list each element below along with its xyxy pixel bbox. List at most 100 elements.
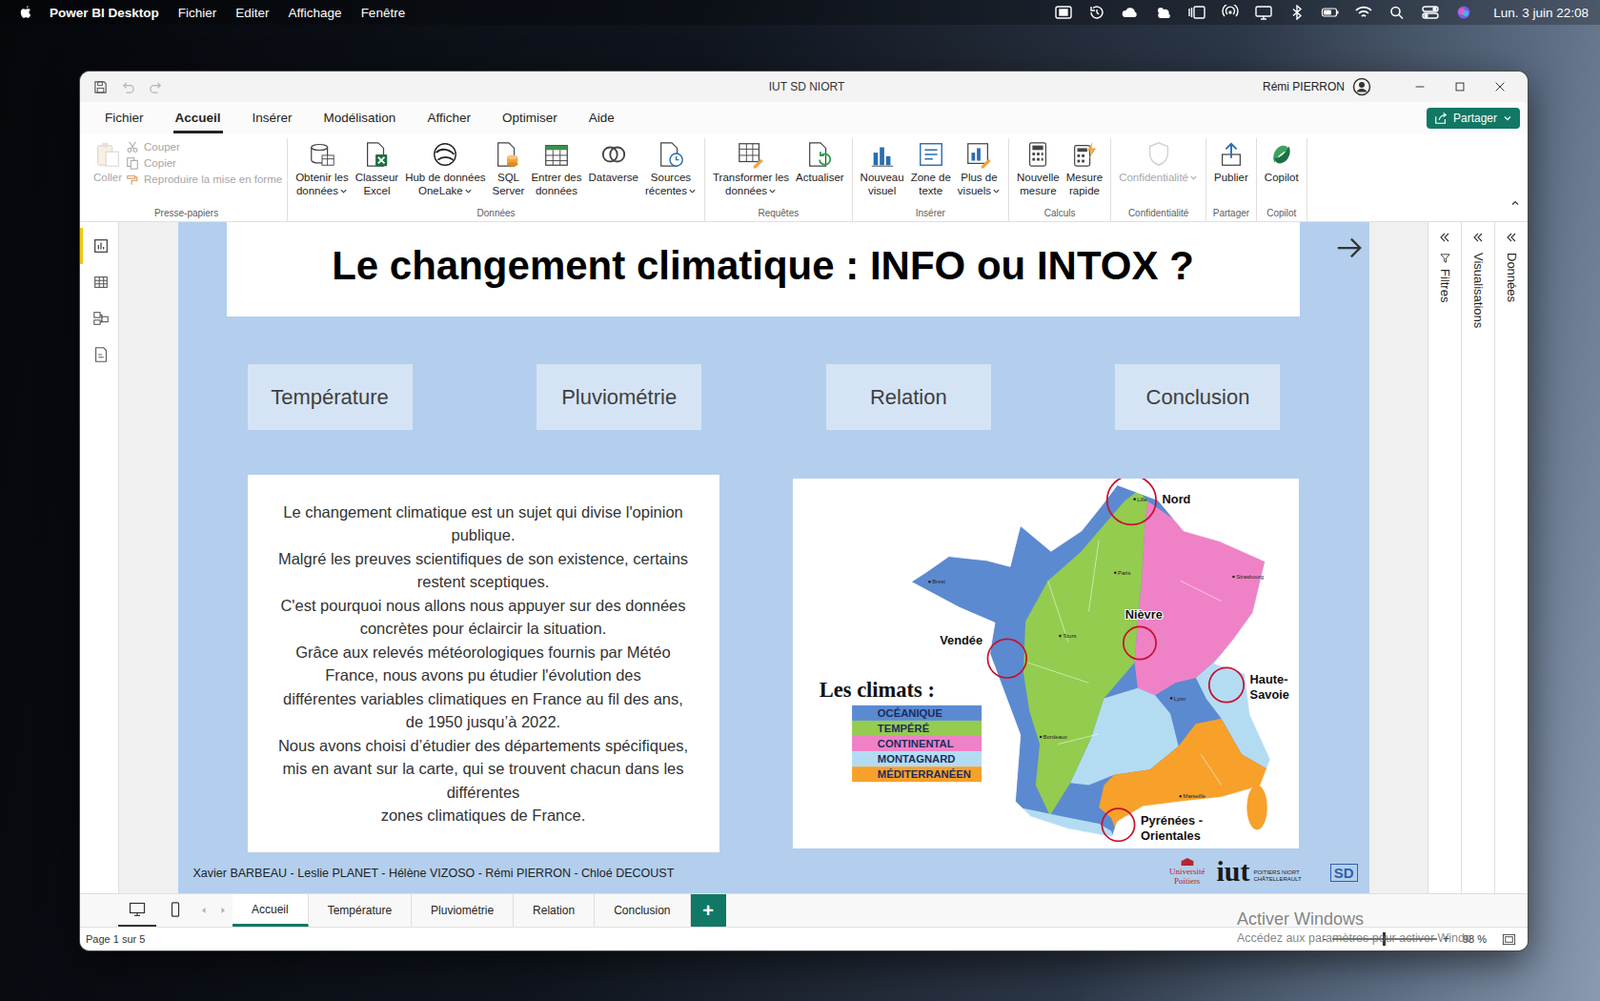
fit-to-page-icon[interactable] — [1501, 931, 1517, 947]
department-marker: Nièvre — [1122, 607, 1162, 660]
ribbon-button[interactable]: Dataverse — [585, 138, 641, 187]
expand-pane-icon[interactable] — [1438, 231, 1451, 244]
undo-icon[interactable] — [121, 80, 136, 95]
scroll-right-icon[interactable] — [218, 905, 228, 915]
ribbon-tab[interactable]: Aide — [587, 102, 617, 134]
collapse-ribbon-icon[interactable] — [1510, 198, 1520, 208]
expand-pane-icon[interactable] — [1472, 231, 1484, 244]
collapsed-pane[interactable]: Filtres — [1427, 222, 1461, 893]
icloud-icon[interactable] — [1120, 4, 1140, 21]
ribbon-button[interactable]: Hub de donnéesOneLake — [402, 138, 488, 200]
close-icon[interactable] — [1493, 80, 1507, 94]
ribbon-button[interactable]: Nouvellemesure — [1013, 138, 1063, 200]
siri-icon[interactable] — [1454, 4, 1474, 21]
ribbon-button[interactable]: Transformer lesdonnées — [709, 138, 792, 200]
ribbon-button[interactable]: Publier — [1211, 138, 1252, 187]
ribbon-button[interactable]: Coller — [90, 138, 125, 187]
layout-view-button[interactable] — [156, 893, 195, 927]
expand-pane-icon[interactable] — [1505, 231, 1518, 244]
ribbon-button[interactable]: SQLServer — [489, 138, 528, 200]
page-tab[interactable]: Température — [308, 893, 412, 927]
ribbon-button[interactable]: Actualiser — [792, 138, 848, 187]
menubar-app-name[interactable]: Power BI Desktop — [49, 5, 160, 21]
layout-view-button[interactable] — [118, 893, 157, 927]
windows-activation-watermark: Activer WindowsAccédez aux paramètres po… — [1236, 909, 1472, 945]
ribbon-group: NouvellemesureMesurerapideCalculs — [1009, 138, 1112, 222]
wifi-icon[interactable] — [1354, 4, 1374, 21]
brush-icon — [125, 172, 140, 186]
add-page-button[interactable]: + — [690, 893, 727, 927]
zoom-slider[interactable] — [1332, 937, 1438, 940]
minimize-icon[interactable] — [1413, 80, 1427, 94]
stage-icon[interactable] — [1187, 4, 1207, 21]
ribbon-tab[interactable]: Accueil — [173, 102, 223, 134]
ribbon-group: CopilotCopilot — [1256, 138, 1308, 222]
ribbon-group: Transformer lesdonnéesActualiserRequêtes — [705, 138, 853, 222]
ribbon-button[interactable]: Sourcesrécentes — [642, 138, 700, 200]
avatar-icon[interactable] — [1352, 77, 1372, 97]
ribbon-tab[interactable]: Fichier — [102, 102, 146, 134]
ribbon-button[interactable]: Copilot — [1261, 138, 1302, 187]
ribbon-tab[interactable]: Insérer — [250, 102, 295, 134]
control-icon[interactable] — [1420, 4, 1440, 21]
ribbon-button[interactable]: Mesurerapide — [1063, 138, 1106, 200]
page-tab[interactable]: Accueil — [232, 893, 309, 927]
menubar-item[interactable]: Fichier — [178, 5, 218, 21]
save-icon[interactable] — [93, 80, 108, 95]
page-tab[interactable]: Conclusion — [594, 893, 690, 927]
search-icon[interactable] — [1387, 4, 1407, 21]
zoom-slider-thumb[interactable] — [1382, 931, 1386, 946]
ribbon-button[interactable]: Confidentialité — [1115, 138, 1201, 187]
page-nav-button[interactable]: Pluviométrie — [536, 364, 702, 430]
record-icon[interactable] — [1053, 4, 1074, 21]
ribbon-tab[interactable]: Modélisation — [322, 102, 399, 134]
collapsed-pane[interactable]: Données — [1494, 222, 1528, 893]
ribbon-button[interactable]: Plus devisuels — [954, 138, 1004, 200]
airdrop-icon[interactable] — [1220, 4, 1240, 21]
page-nav-button[interactable]: Conclusion — [1114, 364, 1280, 430]
user-name[interactable]: Rémi PIERRON — [1262, 80, 1345, 94]
view-switcher-item[interactable] — [80, 263, 119, 301]
arrow-right-icon[interactable] — [1335, 233, 1364, 263]
bluetooth-icon[interactable] — [1287, 4, 1307, 21]
zoom-out-button[interactable]: - — [1322, 931, 1327, 946]
share-button[interactable]: Partager — [1426, 107, 1520, 129]
view-switcher-item[interactable] — [80, 227, 119, 264]
ribbon-button[interactable]: Obtenir lesdonnées — [292, 138, 352, 200]
page-nav-button[interactable]: Relation — [826, 364, 992, 430]
ribbon-small-button[interactable]: Reproduire la mise en forme — [125, 172, 283, 186]
menubar-item[interactable]: Fenêtre — [361, 5, 406, 21]
apple-icon[interactable] — [17, 3, 35, 21]
ribbon-tab[interactable]: Optimiser — [500, 102, 560, 134]
weather-icon[interactable] — [1154, 4, 1174, 21]
ribbon-button[interactable]: Zone detexte — [908, 138, 954, 200]
window-title: IUT SD NIORT — [769, 80, 846, 94]
ribbon-small-button[interactable]: Couper — [125, 140, 283, 154]
page-tab[interactable]: Relation — [513, 893, 595, 927]
maximize-icon[interactable] — [1453, 80, 1467, 94]
display-icon[interactable] — [1254, 4, 1274, 21]
page-nav-button[interactable]: Température — [247, 364, 413, 430]
scroll-left-icon[interactable] — [199, 905, 209, 915]
ribbon-button[interactable]: Entrer desdonnées — [527, 138, 585, 200]
battery-icon[interactable] — [1320, 4, 1340, 21]
ribbon-small-button[interactable]: Copier — [125, 156, 283, 170]
view-switcher-item[interactable] — [80, 336, 119, 373]
mac-menubar: Power BI Desktop Fichier Editer Affichage Fe… — [0, 0, 1600, 25]
ribbon-button[interactable]: Nouveauvisuel — [857, 138, 908, 200]
city-marker: Lyon — [1169, 695, 1185, 702]
timemachine-icon[interactable] — [1087, 4, 1107, 21]
ribbon-tab[interactable]: Afficher — [425, 102, 473, 134]
menubar-clock[interactable]: Lun. 3 juin 22:08 — [1493, 5, 1589, 21]
view-switcher-item[interactable] — [80, 300, 119, 337]
svg-text:Paris: Paris — [1116, 569, 1130, 576]
zoom-in-button[interactable]: + — [1442, 931, 1450, 946]
redo-icon[interactable] — [148, 80, 163, 95]
ribbon-button[interactable]: ClasseurExcel — [352, 138, 402, 200]
menubar-item[interactable]: Affichage — [288, 5, 343, 21]
db-icon — [307, 140, 337, 169]
chevron-down-icon — [768, 186, 777, 196]
menubar-item[interactable]: Editer — [235, 5, 269, 21]
page-tab[interactable]: Pluviométrie — [411, 893, 514, 927]
collapsed-pane[interactable]: Visualisations — [1460, 222, 1495, 893]
